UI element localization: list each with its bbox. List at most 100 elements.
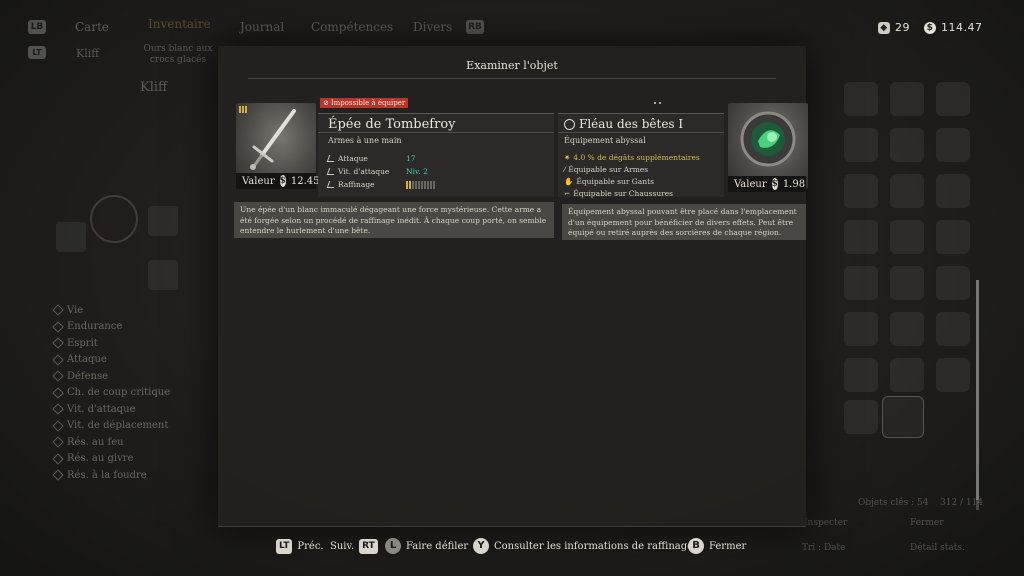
refine-segment [424, 180, 426, 189]
coin-counter: $ 114.47 [924, 21, 983, 34]
tab-inventaire[interactable]: Inventaire [148, 17, 211, 31]
value-label: Valeur [242, 175, 275, 187]
abyssal-value: Valeur $ 1.98 [728, 176, 806, 192]
stat-value: Niv. 2 [406, 167, 428, 176]
stat-label: Vit. de déplacement [67, 420, 169, 432]
capacity-count: 312 / 114 [940, 498, 984, 508]
b-button-icon: B [688, 538, 704, 554]
left-stick-icon: L [385, 538, 401, 554]
coin-icon: $ [924, 21, 936, 34]
close-hint[interactable]: B Fermer [688, 537, 746, 555]
warning-icon: ⊘ [323, 99, 329, 107]
sword-description: Une épée d'un blanc immaculé dégageant u… [234, 202, 554, 238]
weapon-slot-icon: ⁄ [564, 164, 566, 174]
sword-value: Valeur $ 12.45 [236, 173, 320, 189]
sub-tab-item[interactable]: Ours blanc aux crocs glacés [138, 44, 218, 66]
close-hint-bg[interactable]: Fermer [910, 518, 944, 528]
coin-count: 114.47 [941, 21, 983, 34]
footer-divider [218, 526, 806, 527]
refine-info-hint[interactable]: Y Consulter les informations de raffinag… [473, 537, 693, 555]
y-button-icon: Y [473, 538, 489, 554]
abyssal-description: Équipement abyssal pouvant être placé da… [562, 204, 806, 240]
tab-competences[interactable]: Compétences [311, 20, 393, 34]
tab-divers[interactable]: Divers [413, 20, 452, 34]
equipment-ghost [56, 110, 186, 290]
refine-segment [409, 180, 411, 189]
scroll-hint[interactable]: L Faire défiler [385, 537, 468, 555]
coin-icon: $ [279, 175, 286, 187]
rt-button-icon: RT [359, 538, 378, 554]
slot-text: Équipable sur Armes [568, 164, 649, 174]
attack-icon [326, 155, 337, 162]
item-name: Fléau des bêtes I [564, 117, 683, 131]
control-hints: LT Préc. Suiv. RT L Faire défiler Y Cons… [0, 537, 1024, 557]
inspect-hint[interactable]: Inspecter [804, 518, 847, 528]
lb-button-icon[interactable]: LB [28, 20, 46, 34]
item-type: Équipement abyssal [564, 136, 646, 145]
lt-button-icon[interactable]: LT [28, 46, 46, 59]
stat-label: Vit. d'attaque [338, 167, 390, 176]
refine-segment [430, 180, 432, 189]
rb-button-icon[interactable]: RB [466, 20, 484, 34]
tier-marker-icon [239, 106, 247, 113]
lt-button-icon: LT [276, 538, 293, 554]
effect-text: 4.0 % de dégâts supplémentaires [573, 152, 700, 162]
stat-label: Endurance [67, 321, 123, 333]
stat-label: Rés. au feu [67, 436, 124, 448]
stat-label: Rés. au givre [67, 453, 134, 465]
refine-segment [415, 180, 417, 189]
item-name: Épée de Tombefroy [328, 117, 456, 132]
character-stats: Vie Endurance Esprit Attaque Défense Ch.… [52, 302, 171, 484]
value-amount: 1.98 [782, 178, 806, 190]
previous-hint[interactable]: LT Préc. [276, 537, 324, 555]
cannot-equip-badge: ⊘ Impossible à équiper [320, 98, 409, 108]
refine-segment [427, 180, 429, 189]
boots-slot-icon: ⌐ [564, 188, 571, 198]
refine-segment [418, 180, 420, 189]
sub-tab-kliff[interactable]: Kliff [76, 47, 99, 60]
inventory-grid [800, 80, 980, 460]
refine-segment [406, 180, 408, 189]
refine-segment [412, 180, 414, 189]
sword-info-panel: Épée de Tombefroy Armes à une main Attaq… [318, 113, 554, 197]
gloves-slot-icon: ✋ [564, 176, 574, 186]
slot-text: Équipable sur Chaussures [573, 188, 674, 198]
abyssal-effects: ✷ 4.0 % de dégâts supplémentaires ⁄ Équipa… [564, 151, 700, 199]
refine-level-bar [406, 180, 435, 189]
page-dots [654, 102, 661, 104]
stat-label: Ch. de coup critique [67, 387, 171, 399]
attack-speed-icon [326, 168, 337, 175]
next-hint[interactable]: Suiv. RT [330, 537, 378, 555]
stat-value: 17 [406, 154, 416, 163]
gem-counter: ◆ 29 [878, 21, 910, 34]
stat-label: Vie [67, 304, 84, 316]
key-items-count: Objets clés : 54 [858, 498, 929, 508]
abyssal-icon [564, 118, 575, 130]
item-type: Armes à une main [328, 136, 402, 145]
sword-icon [250, 109, 296, 170]
modal-title: Examiner l'objet [466, 59, 558, 72]
item-stats: Attaque 17 Vit. d'attaque Niv. 2 Raffina… [326, 152, 435, 191]
character-name: Kliff [140, 80, 168, 95]
refine-icon [326, 181, 337, 188]
gem-count: 29 [895, 21, 910, 34]
stat-label: Vit. d'attaque [67, 403, 136, 415]
tab-carte[interactable]: Carte [75, 20, 109, 34]
value-amount: 12.45 [290, 175, 320, 187]
coin-icon: $ [771, 178, 778, 190]
stat-label: Défense [67, 370, 109, 382]
refine-segment [433, 180, 435, 189]
value-label: Valeur [734, 178, 767, 190]
selected-inventory-slot[interactable] [882, 396, 924, 438]
stat-label: Attaque [67, 354, 107, 366]
stat-label: Attaque [338, 154, 368, 163]
stat-label: Raffinage [338, 180, 375, 189]
abyssal-info-panel: Fléau des bêtes I Équipement abyssal ✷ 4.… [558, 113, 724, 199]
stat-label: Rés. à la foudre [67, 469, 147, 481]
stat-label: Esprit [67, 337, 98, 349]
top-navigation: LB Carte Inventaire Journal Compétences … [20, 14, 490, 44]
refine-segment [421, 180, 423, 189]
scrollbar-thumb[interactable] [976, 280, 979, 500]
tab-journal[interactable]: Journal [240, 20, 284, 34]
slot-text: Équipable sur Gants [576, 176, 654, 186]
